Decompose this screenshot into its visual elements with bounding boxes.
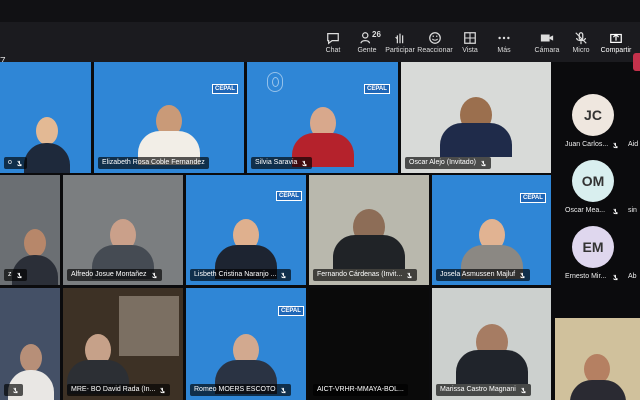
participant-name: Juan Carlos...: [565, 141, 609, 148]
mic-off-icon: [575, 31, 587, 44]
share-label: Compartir: [600, 46, 632, 54]
mic-muted-icon: [151, 272, 157, 278]
participant-name: Marissa Castro Magnani: [436, 384, 531, 396]
video-tile[interactable]: o: [0, 62, 91, 173]
participant-name: Romeo MOERS ESCOTO: [190, 384, 291, 396]
video-tile[interactable]: Oscar Alejo (Invitado): [401, 62, 551, 173]
mic-muted-icon: [302, 160, 308, 166]
edge-participant-name: Ab: [628, 273, 637, 280]
edge-participant-name: Aid: [628, 141, 639, 148]
participant-name: Elizabeth Rosa Coble Fernandez: [98, 157, 209, 169]
mic-muted-icon: [280, 387, 286, 393]
participant-name: Oscar Alejo (Invitado): [405, 157, 491, 169]
chat-label: Chat: [325, 46, 341, 54]
participant-name: z: [4, 269, 27, 281]
emoji-icon: [429, 31, 441, 44]
video-tile[interactable]: CEPAL Lisbeth Cristina Naranjo ...: [186, 175, 306, 285]
participant-name: AICT-VRHR-MMAYA-BOL...: [313, 384, 408, 396]
raise-hand-icon: [395, 33, 404, 43]
video-tile[interactable]: AICT-VRHR-MMAYA-BOL...: [309, 288, 429, 400]
edge-participant-name: sin: [628, 207, 637, 214]
participant-name: Oscar Mea...: [565, 207, 606, 214]
mic-muted-icon: [481, 160, 486, 166]
video-tile[interactable]: CEPAL Silvia Saravia: [247, 62, 398, 173]
participant-name: Lisbeth Cristina Naranjo ...: [190, 269, 292, 281]
cepal-logo: CEPAL: [278, 306, 304, 316]
participant-name: MRE- BO David Rada (In...: [67, 384, 171, 396]
mic-muted-icon: [281, 272, 287, 278]
grid-icon: [464, 31, 476, 44]
video-tile[interactable]: Fernando Cárdenas (Invit...: [309, 175, 429, 285]
more-label: Más: [497, 46, 511, 54]
people-label: Gente: [357, 46, 377, 54]
un-logo: [267, 72, 283, 92]
camera-label: Cámara: [534, 46, 560, 54]
more-icon: [498, 36, 510, 39]
video-tile[interactable]: Alfredo Josue Montañez: [63, 175, 183, 285]
mic-muted-icon: [16, 272, 22, 278]
participant-name: o: [4, 157, 27, 169]
mic-label: Micro: [572, 46, 590, 54]
participant-avatar[interactable]: JC: [572, 94, 614, 136]
video-tile[interactable]: MRE- BO David Rada (In...: [63, 288, 183, 400]
raise-hand-label: Participar: [385, 46, 415, 54]
mic-muted-icon: [520, 272, 525, 278]
video-tile[interactable]: CEPAL Josela Asmussen Majluf: [432, 175, 551, 285]
video-tile[interactable]: z: [0, 175, 60, 285]
title-bar: [0, 0, 640, 22]
mic-muted-icon: [613, 274, 618, 281]
cepal-logo: CEPAL: [212, 84, 238, 94]
video-tile[interactable]: Marissa Castro Magnani: [432, 288, 551, 400]
more-button[interactable]: Más: [484, 22, 524, 62]
video-tile[interactable]: [0, 288, 60, 400]
participant-name: Alfredo Josue Montañez: [67, 269, 162, 281]
participant-name: [4, 384, 23, 396]
participant-name: Ernesto Mir...: [565, 273, 607, 280]
video-tile[interactable]: CEPAL Romeo MOERS ESCOTO: [186, 288, 306, 400]
self-view-tile[interactable]: [555, 318, 640, 400]
view-label: Vista: [462, 46, 478, 54]
cepal-logo: CEPAL: [364, 84, 390, 94]
mic-muted-icon: [407, 272, 412, 278]
share-button[interactable]: Compartir: [596, 22, 636, 62]
mic-muted-icon: [17, 160, 22, 166]
mic-muted-icon: [521, 387, 526, 393]
participant-avatar[interactable]: OM: [572, 160, 614, 202]
participant-name: Silvia Saravia: [251, 157, 313, 169]
raise-hand-button[interactable]: Participar: [380, 22, 420, 62]
participant-name: Josela Asmussen Majluf: [436, 269, 531, 281]
cepal-logo: CEPAL: [276, 191, 302, 201]
mic-muted-icon: [160, 387, 166, 393]
mic-muted-icon: [13, 387, 18, 393]
participant-avatar[interactable]: EM: [572, 226, 614, 268]
mic-muted-icon: [613, 142, 618, 149]
mic-muted-icon: [613, 208, 618, 215]
leave-button[interactable]: [633, 53, 640, 71]
camera-icon: [540, 34, 554, 41]
share-icon: [610, 33, 622, 43]
participant-name: Fernando Cárdenas (Invit...: [313, 269, 418, 281]
meeting-toolbar: 7 Chat 26 Gente Participar Reaccionar Vi…: [0, 22, 640, 71]
mic-button[interactable]: Micro: [561, 22, 601, 62]
react-button[interactable]: Reaccionar: [415, 22, 455, 62]
video-tile[interactable]: CEPAL Elizabeth Rosa Coble Fernandez: [94, 62, 244, 173]
cepal-logo: CEPAL: [520, 193, 546, 203]
react-label: Reaccionar: [417, 46, 453, 54]
chat-icon: [327, 32, 339, 44]
